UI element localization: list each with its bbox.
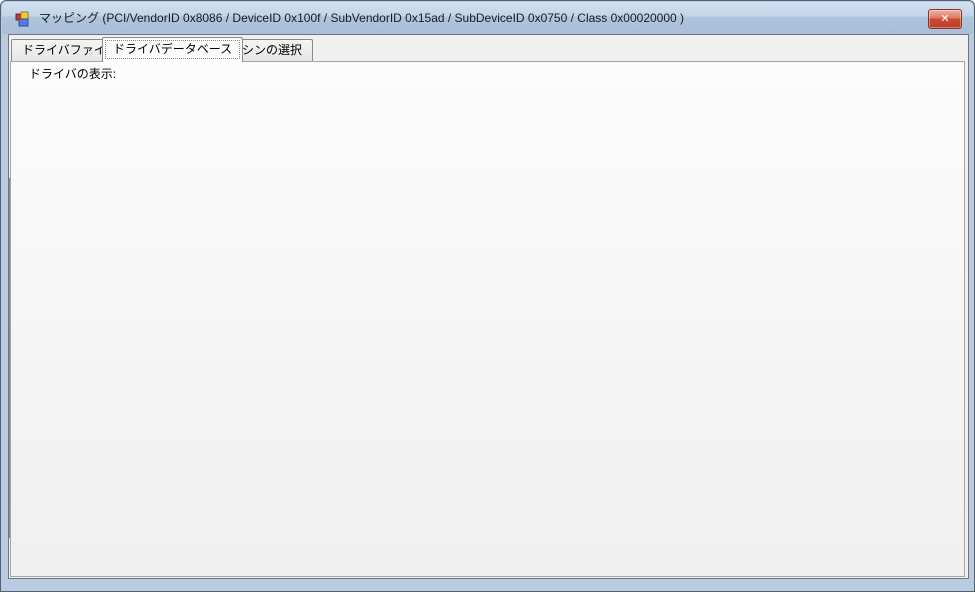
dialog-window: マッピング (PCI/VendorID 0x8086 / DeviceID 0x… — [0, 0, 975, 592]
window-title: マッピング (PCI/VendorID 0x8086 / DeviceID 0x… — [39, 2, 684, 34]
tab-page-driver-database — [10, 61, 965, 577]
close-icon: ✕ — [940, 13, 949, 25]
tab-driver-database[interactable]: ドライバデータベース — [102, 37, 243, 62]
app-icon — [15, 11, 31, 27]
close-button[interactable]: ✕ — [928, 9, 962, 29]
title-bar[interactable]: マッピング (PCI/VendorID 0x8086 / DeviceID 0x… — [2, 2, 973, 34]
tab-focus-rect — [105, 40, 240, 59]
driver-display-groupbox-label: ドライバの表示: — [25, 65, 120, 82]
